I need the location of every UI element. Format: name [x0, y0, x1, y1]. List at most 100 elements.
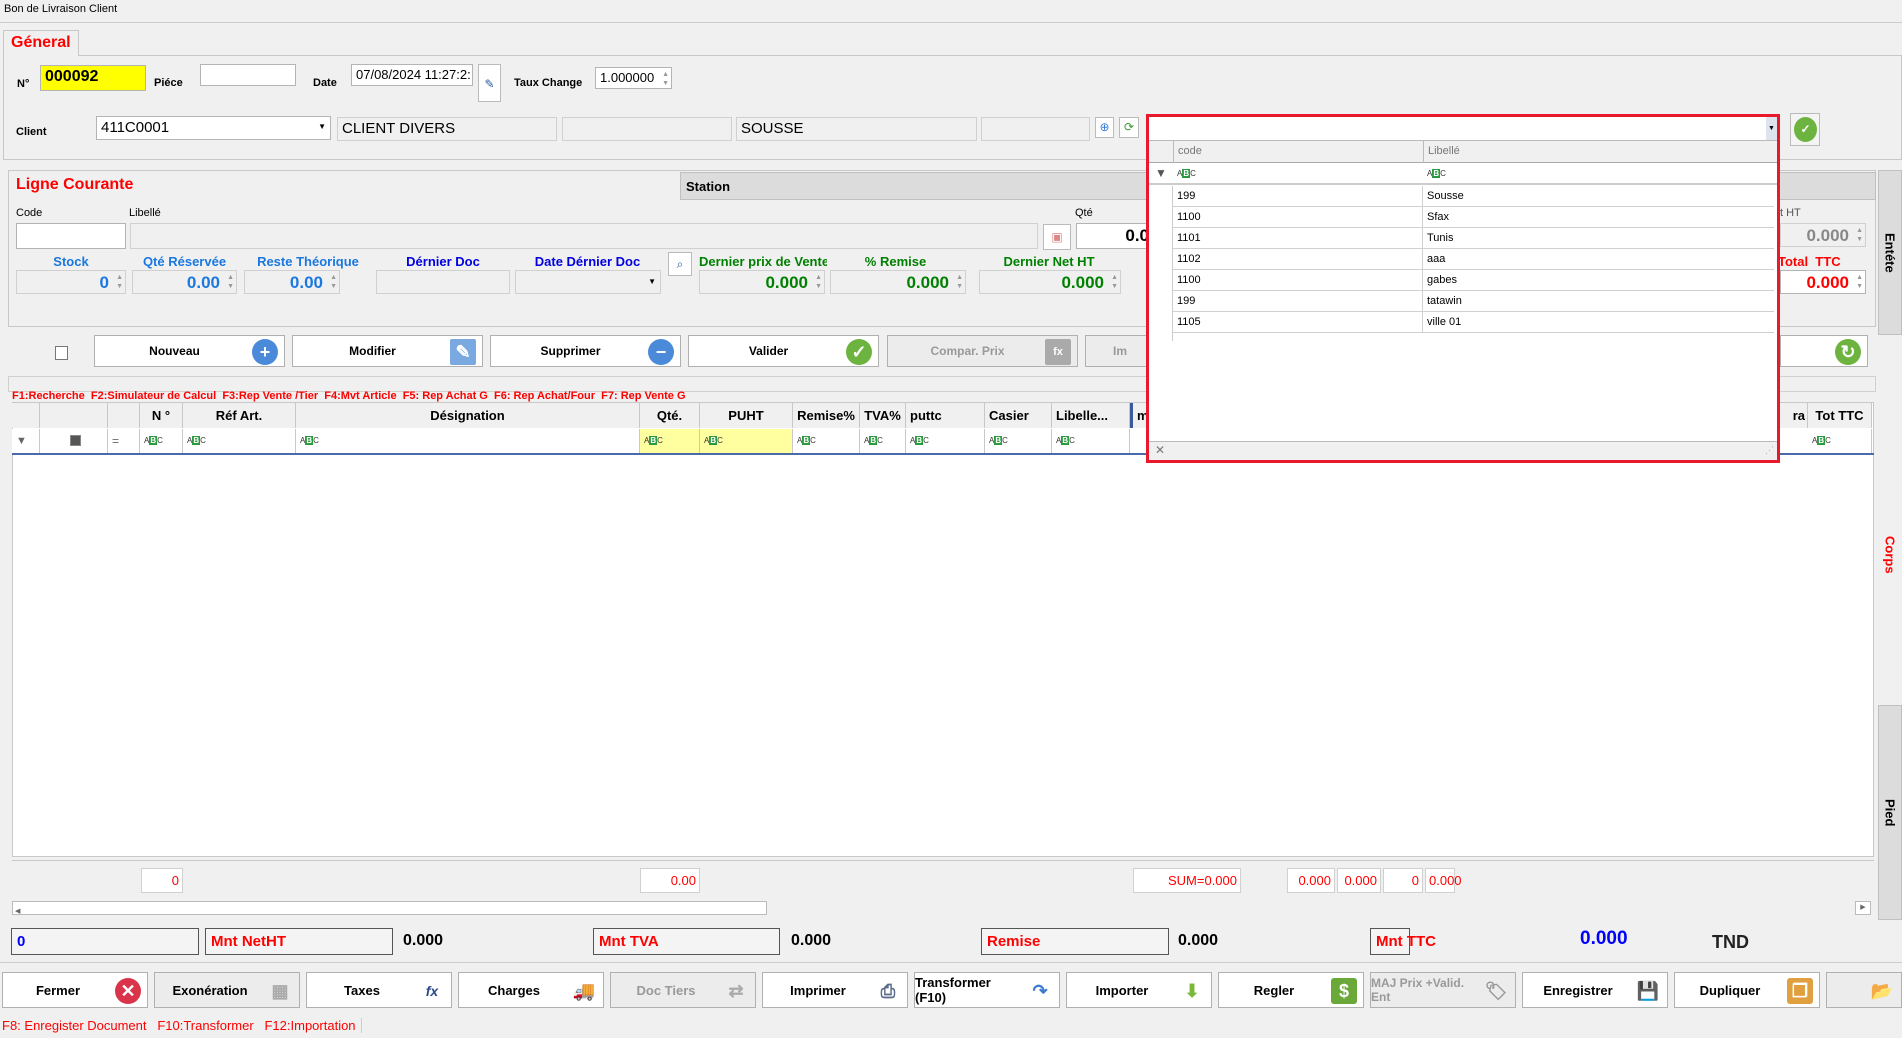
- stock-value: 0: [99, 273, 109, 292]
- taux-field[interactable]: 1.000000 ▲ ▼: [595, 67, 672, 89]
- col-casier[interactable]: Casier: [985, 403, 1052, 428]
- station-row[interactable]: 1101 Tunis: [1173, 228, 1774, 249]
- exoneration-label: Exonération: [172, 982, 248, 998]
- col-qte[interactable]: Qté.: [640, 403, 700, 428]
- station-row[interactable]: 1105 ville 01: [1173, 312, 1774, 333]
- exoneration-button[interactable]: Exonération ▦: [154, 972, 300, 1008]
- filter-qte[interactable]: ABC: [640, 429, 700, 453]
- col-tva[interactable]: TVA%: [860, 403, 906, 428]
- client-code-combo[interactable]: 411C0001 ▼: [96, 116, 331, 140]
- filter-checkbox[interactable]: [40, 429, 108, 453]
- filter-puttc[interactable]: ABC: [906, 429, 985, 453]
- tab-general[interactable]: Géneral: [3, 30, 79, 56]
- footer-t4: 0.000: [1425, 868, 1462, 893]
- station-combo[interactable]: ▼: [1149, 117, 1777, 141]
- station-libelle: tatawin: [1427, 295, 1462, 307]
- qte-field[interactable]: 0.0: [1076, 223, 1152, 249]
- taxes-button[interactable]: Taxes fx: [306, 972, 452, 1008]
- maj-prix-button[interactable]: MAJ Prix +Valid. Ent 🏷: [1370, 972, 1516, 1008]
- refresh-button[interactable]: ↻: [1780, 335, 1868, 367]
- station-row[interactable]: 1102 aaa: [1173, 249, 1774, 270]
- filter-remise[interactable]: ABC: [793, 429, 860, 453]
- nouveau-button[interactable]: Nouveau +: [94, 335, 285, 367]
- article-lookup-icon[interactable]: ▣: [1043, 224, 1071, 250]
- charges-button[interactable]: Charges 🚚: [458, 972, 604, 1008]
- date-field[interactable]: 07/08/2024 11:27:2:: [351, 64, 473, 86]
- compar-prix-button[interactable]: Compar. Prix fx: [887, 335, 1078, 367]
- station-row[interactable]: 199 Sousse: [1173, 186, 1774, 207]
- filter-eq: =: [108, 429, 140, 453]
- attach-icon[interactable]: ✎: [478, 64, 501, 102]
- horizontal-scrollbar[interactable]: ◀: [12, 901, 767, 915]
- imprimer-button[interactable]: Imprimer ⎙: [762, 972, 908, 1008]
- net-ht-label: Dernier Net HT: [1003, 254, 1095, 269]
- modifier-button[interactable]: Modifier ✎: [292, 335, 483, 367]
- doc-tiers-button[interactable]: Doc Tiers ⇄: [610, 972, 756, 1008]
- col-remise[interactable]: Remise%: [793, 403, 860, 428]
- filter-libelle[interactable]: ABC: [1052, 429, 1130, 453]
- station-row[interactable]: 1100 gabes: [1173, 270, 1774, 291]
- scroll-right-arrow[interactable]: ▶: [1855, 901, 1871, 915]
- filter-puht[interactable]: ABC: [700, 429, 793, 453]
- refresh-icon[interactable]: ⟳: [1119, 117, 1139, 138]
- filter-tot-ttc[interactable]: ABC: [1808, 429, 1872, 453]
- no-field[interactable]: 000092: [40, 65, 146, 91]
- chevron-down-icon: ▼: [648, 277, 656, 286]
- tab-pied[interactable]: Pied: [1878, 705, 1902, 920]
- filter-tva[interactable]: ABC: [860, 429, 906, 453]
- col-ref[interactable]: Réf Art.: [183, 403, 296, 428]
- select-checkbox[interactable]: [55, 346, 68, 360]
- chevron-down-icon[interactable]: ▼: [1766, 117, 1777, 140]
- station-row[interactable]: 199 tatawin: [1173, 291, 1774, 312]
- enregistrer-button[interactable]: Enregistrer 💾: [1522, 972, 1668, 1008]
- filter-casier[interactable]: ABC: [985, 429, 1052, 453]
- confirm-station-button[interactable]: ✓: [1790, 113, 1820, 146]
- search-icon[interactable]: ⌕: [668, 252, 692, 276]
- reste-field: 0.00 ▲ ▼: [244, 270, 340, 294]
- piece-field[interactable]: [200, 64, 296, 86]
- resize-grip-icon[interactable]: ⋰: [1765, 445, 1774, 456]
- col-code[interactable]: code: [1173, 141, 1423, 163]
- importer-button[interactable]: Importer ⬇: [1066, 972, 1212, 1008]
- col-designation[interactable]: Désignation: [296, 403, 640, 428]
- filter-code[interactable]: ABC: [1177, 169, 1196, 178]
- filter-ref[interactable]: ABC: [183, 429, 296, 453]
- col-tot-ttc[interactable]: Tot TTC: [1808, 403, 1872, 428]
- valider-button[interactable]: Valider ✓: [688, 335, 879, 367]
- add-client-icon[interactable]: ⊕: [1095, 117, 1114, 138]
- filter-libelle[interactable]: ABC: [1427, 169, 1446, 178]
- close-icon[interactable]: ✕: [1155, 443, 1165, 457]
- open-folder-button[interactable]: 📂: [1826, 972, 1902, 1008]
- footer-t2: 0.000: [1337, 868, 1381, 893]
- col-no[interactable]: N °: [140, 403, 183, 428]
- enregistrer-label: Enregistrer: [1543, 982, 1613, 998]
- check-icon: ✓: [1794, 117, 1817, 142]
- filter-designation[interactable]: ABC: [296, 429, 640, 453]
- footer-sum: SUM=0.000: [1133, 868, 1241, 893]
- dupliquer-button[interactable]: Dupliquer ❐: [1674, 972, 1820, 1008]
- money-icon: $: [1331, 978, 1357, 1004]
- col-libelle[interactable]: Libellé: [1423, 141, 1464, 163]
- dernier-prix-label: Dernier prix de Vente: [699, 254, 827, 269]
- transformer-button[interactable]: Transformer (F10) ↷: [914, 972, 1060, 1008]
- col-puttc[interactable]: puttc: [906, 403, 985, 428]
- footer-t3: 0: [1383, 868, 1423, 893]
- tab-entete[interactable]: Entéte: [1878, 170, 1902, 335]
- taux-value: 1.000000: [600, 70, 655, 85]
- lines-grid: [12, 402, 1874, 857]
- date-dernier-doc-combo[interactable]: ▼: [515, 270, 661, 294]
- col-puht[interactable]: PUHT: [700, 403, 793, 428]
- popup-rows: 199 Sousse 1100 Sfax 1101 Tunis 1102 aaa 1100 gab…: [1149, 186, 1777, 346]
- supprimer-button[interactable]: Supprimer −: [490, 335, 681, 367]
- qte-label: Qté: [1075, 207, 1093, 219]
- filter-no[interactable]: ABC: [140, 429, 183, 453]
- formula-icon: fx: [1045, 339, 1071, 365]
- fermer-button[interactable]: Fermer ✕: [2, 972, 148, 1008]
- regler-button[interactable]: Regler $: [1218, 972, 1364, 1008]
- station-row[interactable]: 1100 Sfax: [1173, 207, 1774, 228]
- code-label: Code: [16, 207, 43, 219]
- code-field[interactable]: [16, 223, 126, 249]
- tab-corps[interactable]: Corps: [1878, 470, 1902, 640]
- station-libelle: gabes: [1427, 274, 1457, 286]
- col-libelle[interactable]: Libelle...: [1052, 403, 1130, 428]
